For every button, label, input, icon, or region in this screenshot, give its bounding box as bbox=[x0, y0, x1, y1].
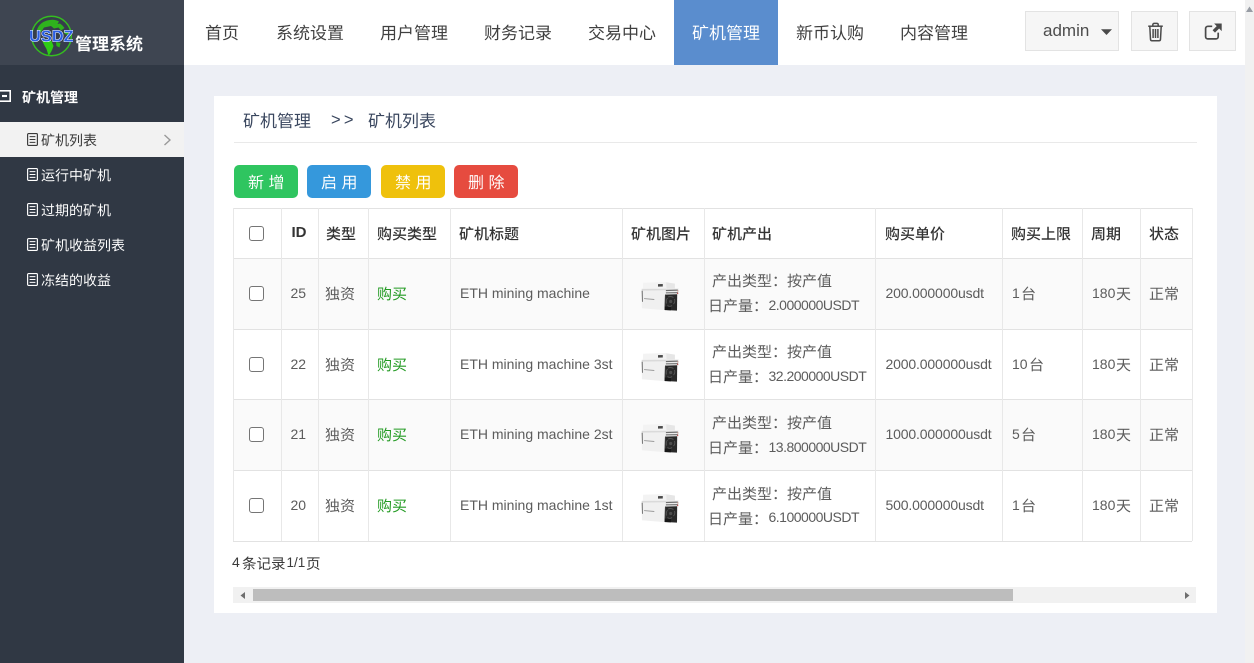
svg-text:USDZ: USDZ bbox=[30, 29, 73, 46]
